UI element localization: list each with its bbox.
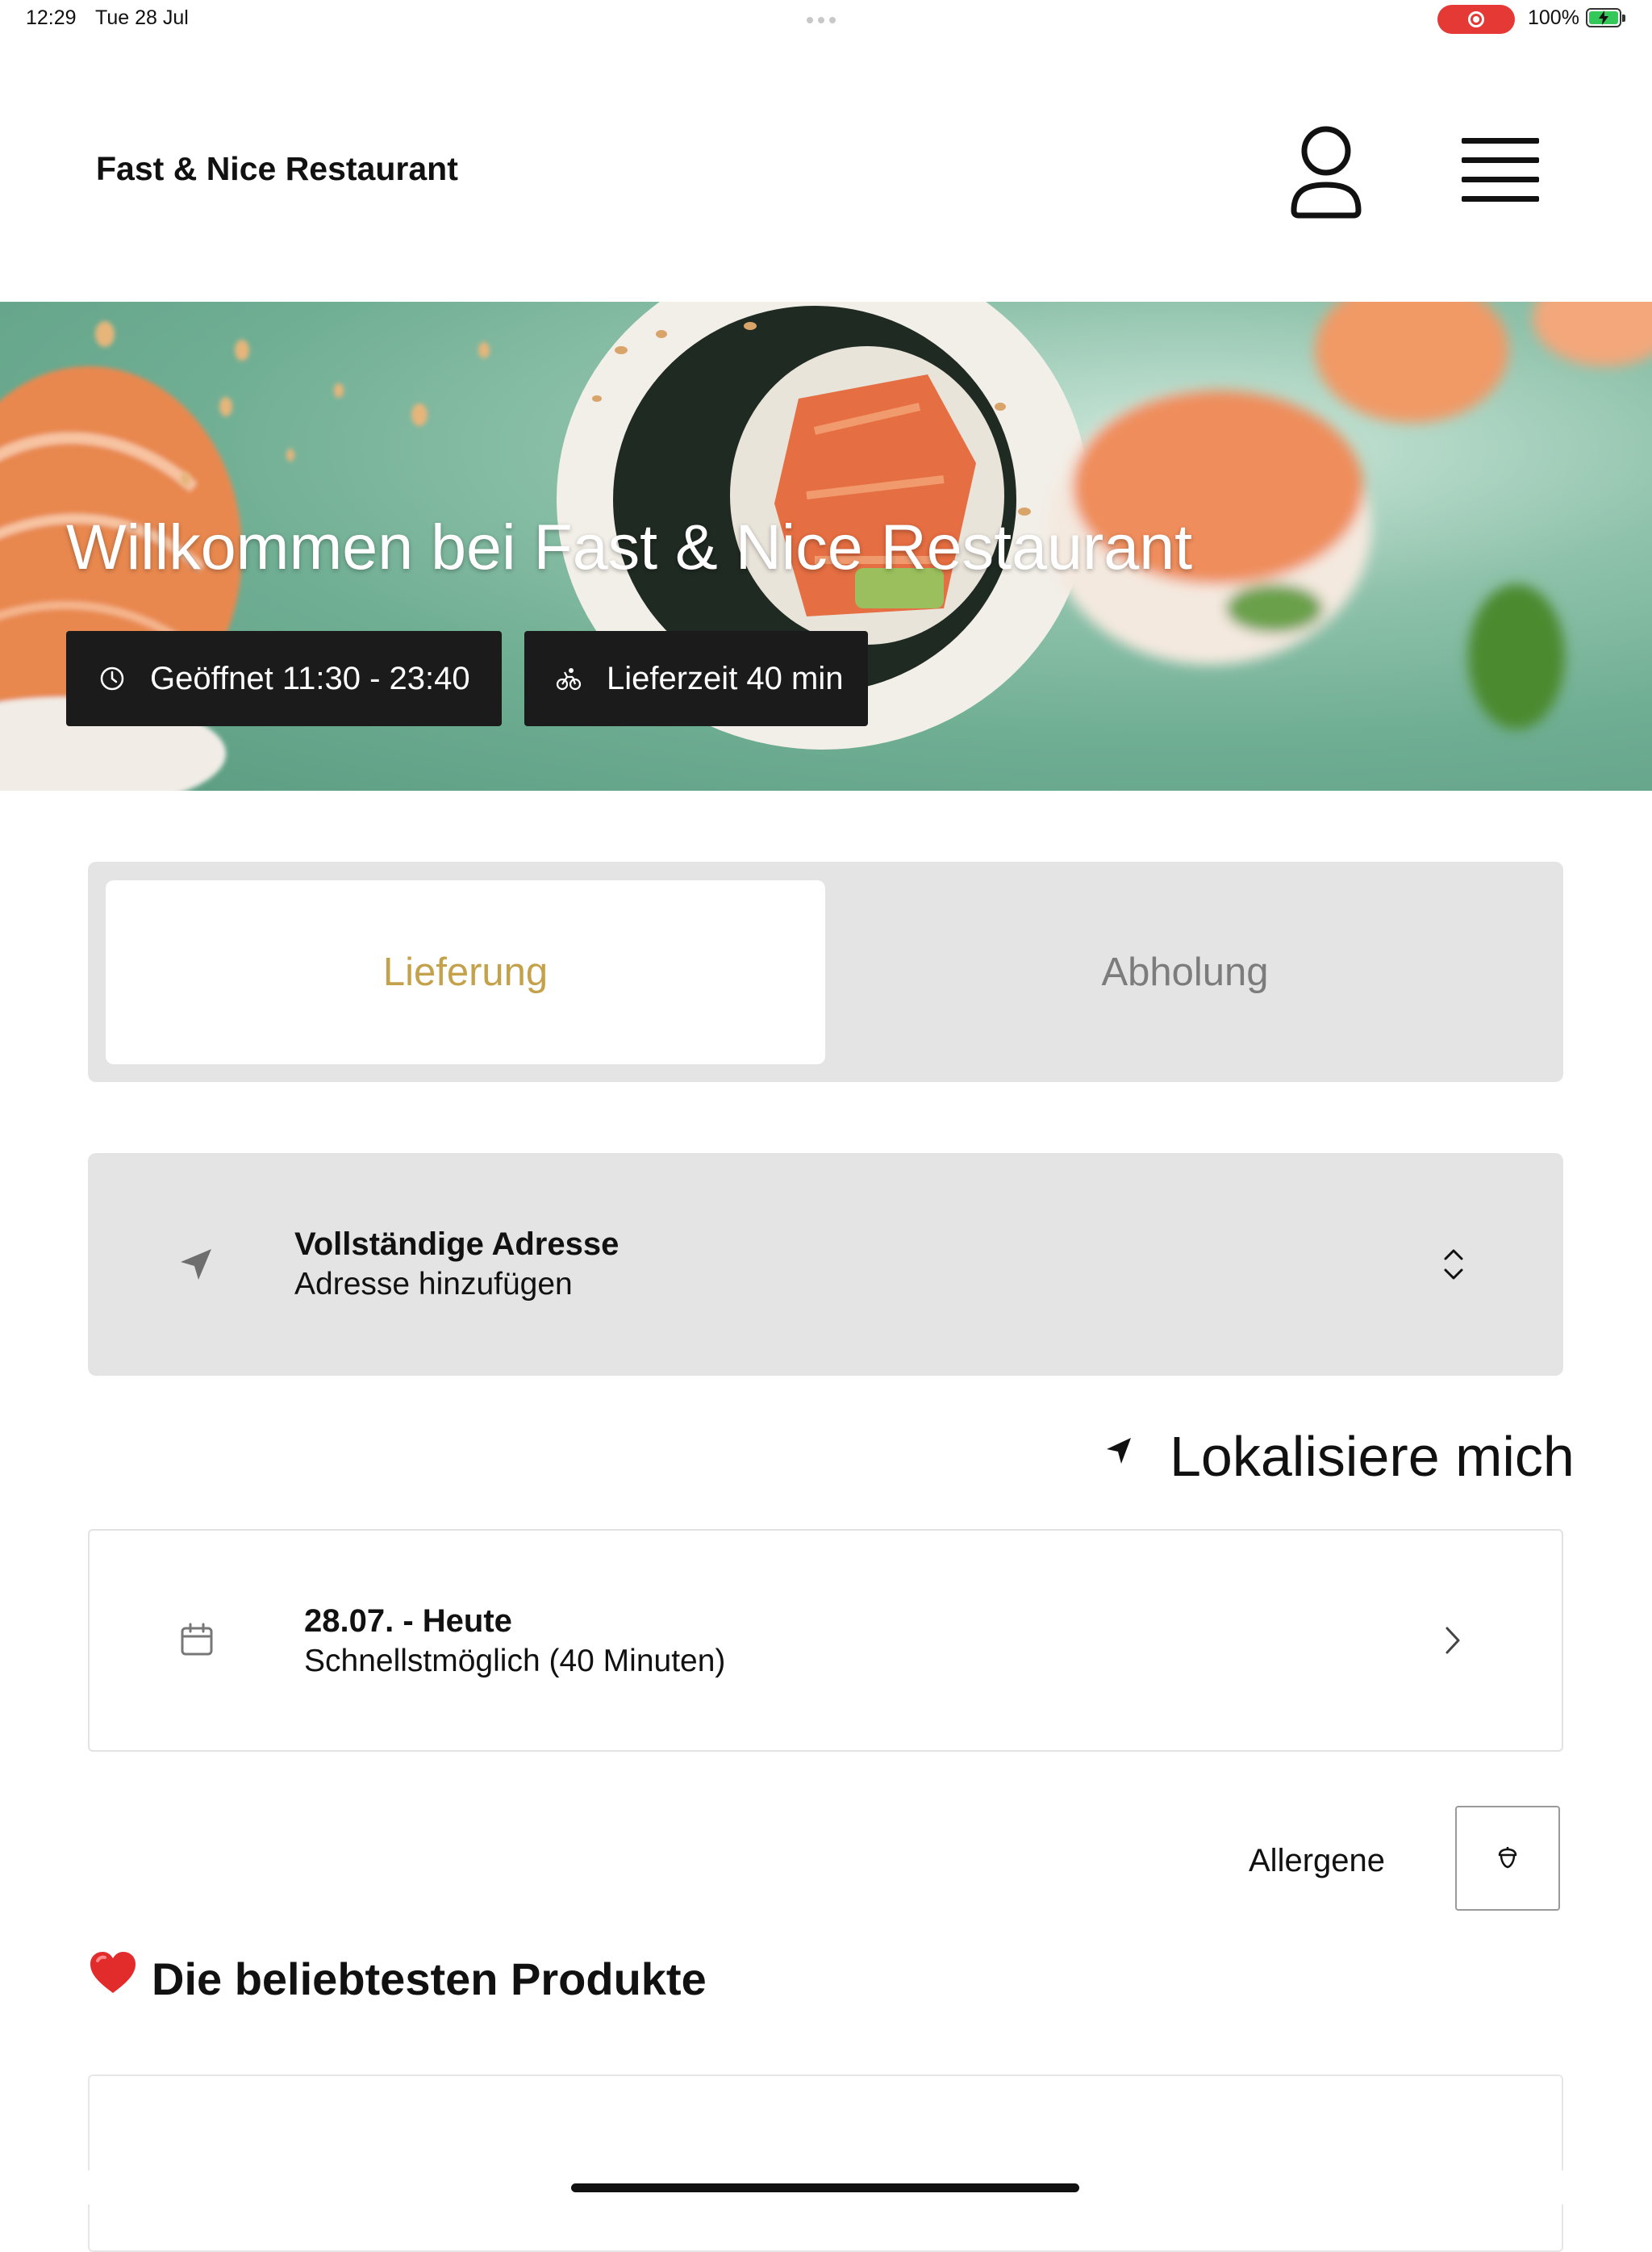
address-selector[interactable] (88, 1153, 1563, 1376)
restaurant-brand[interactable]: Fast & Nice Restaurant (96, 150, 458, 188)
tab-pickup[interactable]: Abholung (825, 880, 1545, 1064)
hero-title: Willkommen bei Fast & Nice Restaurant (66, 511, 1193, 583)
status-time: 12:29 (26, 6, 77, 29)
multitasking-dots-icon[interactable] (807, 13, 845, 23)
battery-percentage: 100% (1528, 6, 1579, 29)
acorn-icon (1498, 1847, 1517, 1869)
chevron-right-icon (1446, 1627, 1460, 1654)
record-icon[interactable] (1437, 5, 1515, 34)
calendar-icon (181, 1623, 213, 1656)
clock-icon (100, 666, 124, 691)
allergens-button[interactable] (1455, 1806, 1560, 1911)
bicycle-icon (556, 668, 582, 691)
product-card[interactable] (88, 2074, 1563, 2252)
address-subtitle: Adresse hinzufügen (294, 1267, 573, 1301)
delivery-time-text: Lieferzeit 40 min (607, 660, 844, 696)
opening-hours-badge: Geöffnet 11:30 - 23:40 (66, 631, 502, 726)
opening-hours-text: Geöffnet 11:30 - 23:40 (150, 660, 470, 696)
schedule-date: 28.07. - Heute (304, 1603, 512, 1639)
schedule-subtitle: Schnellstmöglich (40 Minuten) (304, 1644, 726, 1678)
user-icon[interactable] (1287, 125, 1365, 219)
battery-icon (1586, 8, 1625, 27)
address-title: Vollständige Adresse (294, 1226, 620, 1262)
chevron-up-down-icon (1444, 1249, 1463, 1280)
delivery-time-selector[interactable] (88, 1529, 1563, 1752)
locate-me-link[interactable]: Lokalisiere mich (1170, 1424, 1575, 1489)
allergens-label: Allergene (1249, 1843, 1386, 1878)
status-date: Tue 28 Jul (95, 6, 189, 29)
hamburger-menu-icon[interactable] (1460, 134, 1541, 207)
popular-products-heading: Die beliebtesten Produkte (152, 1953, 707, 2004)
location-arrow-icon (181, 1249, 211, 1280)
delivery-time-badge: Lieferzeit 40 min (524, 631, 868, 726)
tab-delivery[interactable]: Lieferung (106, 880, 825, 1064)
home-indicator[interactable] (571, 2183, 1079, 2192)
navigation-arrow-icon[interactable] (1105, 1436, 1134, 1465)
heart-icon (90, 1952, 136, 1993)
